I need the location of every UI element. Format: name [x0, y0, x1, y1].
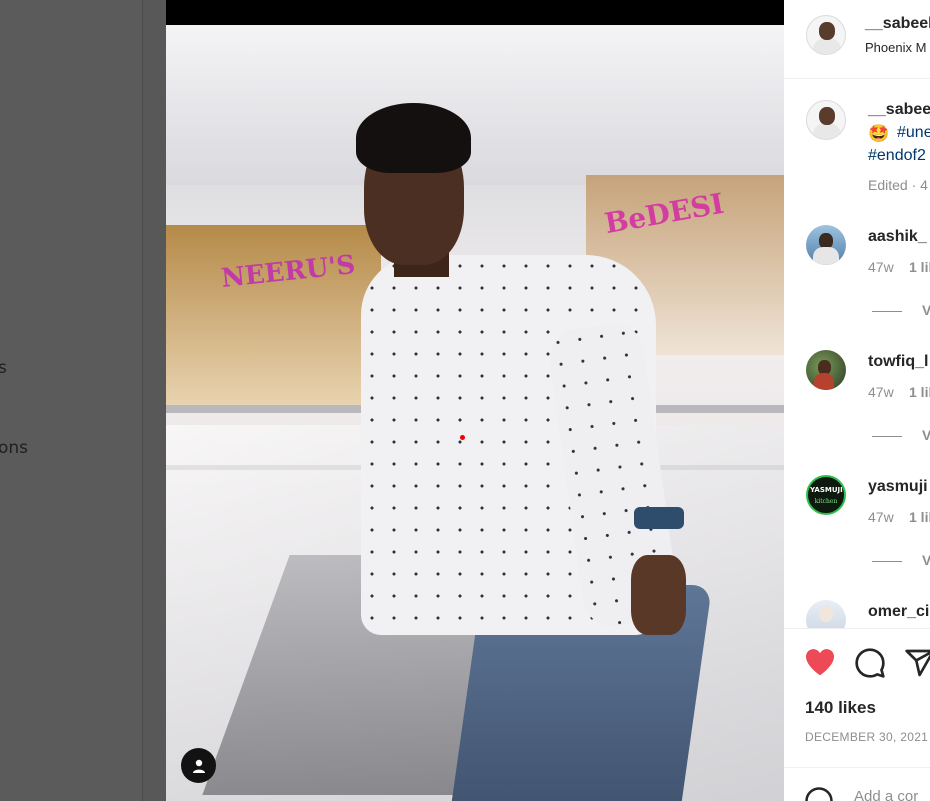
view-replies-button[interactable]: V	[922, 302, 930, 318]
add-comment-bar	[784, 767, 930, 801]
comment-avatar-logo-text: YASMUJI	[810, 486, 843, 494]
comment-time: 47w	[868, 509, 894, 525]
caption-emoji: 🤩	[868, 124, 890, 143]
heart-filled-icon	[806, 649, 834, 676]
comment-time: 47w	[868, 384, 894, 400]
caption-hashtag[interactable]: #endof2	[868, 147, 926, 165]
comment-likes[interactable]: 1 lik	[909, 259, 930, 275]
comment-avatar-logo-subtext: kitchen	[814, 498, 838, 505]
sidebar-item-partial: s	[0, 358, 7, 378]
smiley-icon	[805, 787, 833, 801]
post-details-panel: __sabeel Phoenix M __sabeel 🤩 #une #endo…	[784, 0, 930, 801]
author-avatar[interactable]	[806, 15, 846, 55]
background-sidebar: s ons	[0, 0, 143, 801]
comment-username[interactable]: yasmuji	[868, 478, 928, 496]
post-location[interactable]: Phoenix M	[865, 40, 926, 55]
add-comment-input[interactable]	[854, 788, 930, 801]
caption-avatar[interactable]	[806, 100, 846, 140]
comment-avatar[interactable]: YASMUJI kitchen	[806, 475, 846, 515]
post-photo: NEERU'S BeDESI	[166, 25, 784, 801]
caption-username[interactable]: __sabeel	[868, 101, 930, 119]
watch	[634, 507, 684, 529]
comment-bubble-icon	[855, 648, 885, 678]
author-username[interactable]: __sabeel	[865, 15, 930, 33]
comment-username[interactable]: aashik_	[868, 228, 927, 246]
comment-button[interactable]	[854, 647, 886, 684]
caption-hashtag[interactable]: #une	[897, 124, 930, 142]
comment-likes[interactable]: 1 lil	[909, 384, 930, 400]
comment-likes[interactable]: 1 lil	[909, 509, 930, 525]
like-count[interactable]: 140 likes	[805, 698, 876, 718]
comment-time: 47w	[868, 259, 894, 275]
post-header: __sabeel Phoenix M	[784, 0, 930, 79]
share-button[interactable]	[904, 647, 930, 684]
post-date: DECEMBER 30, 2021	[805, 730, 929, 744]
view-replies-button[interactable]: V	[922, 427, 930, 443]
caption-edited-time: Edited · 4	[868, 177, 928, 193]
emoji-button[interactable]	[804, 786, 834, 801]
like-button[interactable]	[804, 647, 836, 682]
comment-username[interactable]: towfiq_l	[868, 353, 928, 371]
comment-avatar[interactable]	[806, 225, 846, 265]
user-tag-icon	[192, 759, 205, 773]
post-media[interactable]: NEERU'S BeDESI	[166, 0, 784, 801]
media-letterbox	[166, 0, 784, 25]
comment-username[interactable]: omer_ci	[868, 603, 929, 621]
view-replies-button[interactable]: V	[922, 552, 930, 568]
background-overlay: s ons	[0, 0, 166, 801]
comment-avatar[interactable]	[806, 350, 846, 390]
paper-plane-icon	[905, 649, 930, 677]
sidebar-item-notifications-partial: ons	[0, 438, 29, 458]
user-tag-button[interactable]	[181, 748, 216, 783]
